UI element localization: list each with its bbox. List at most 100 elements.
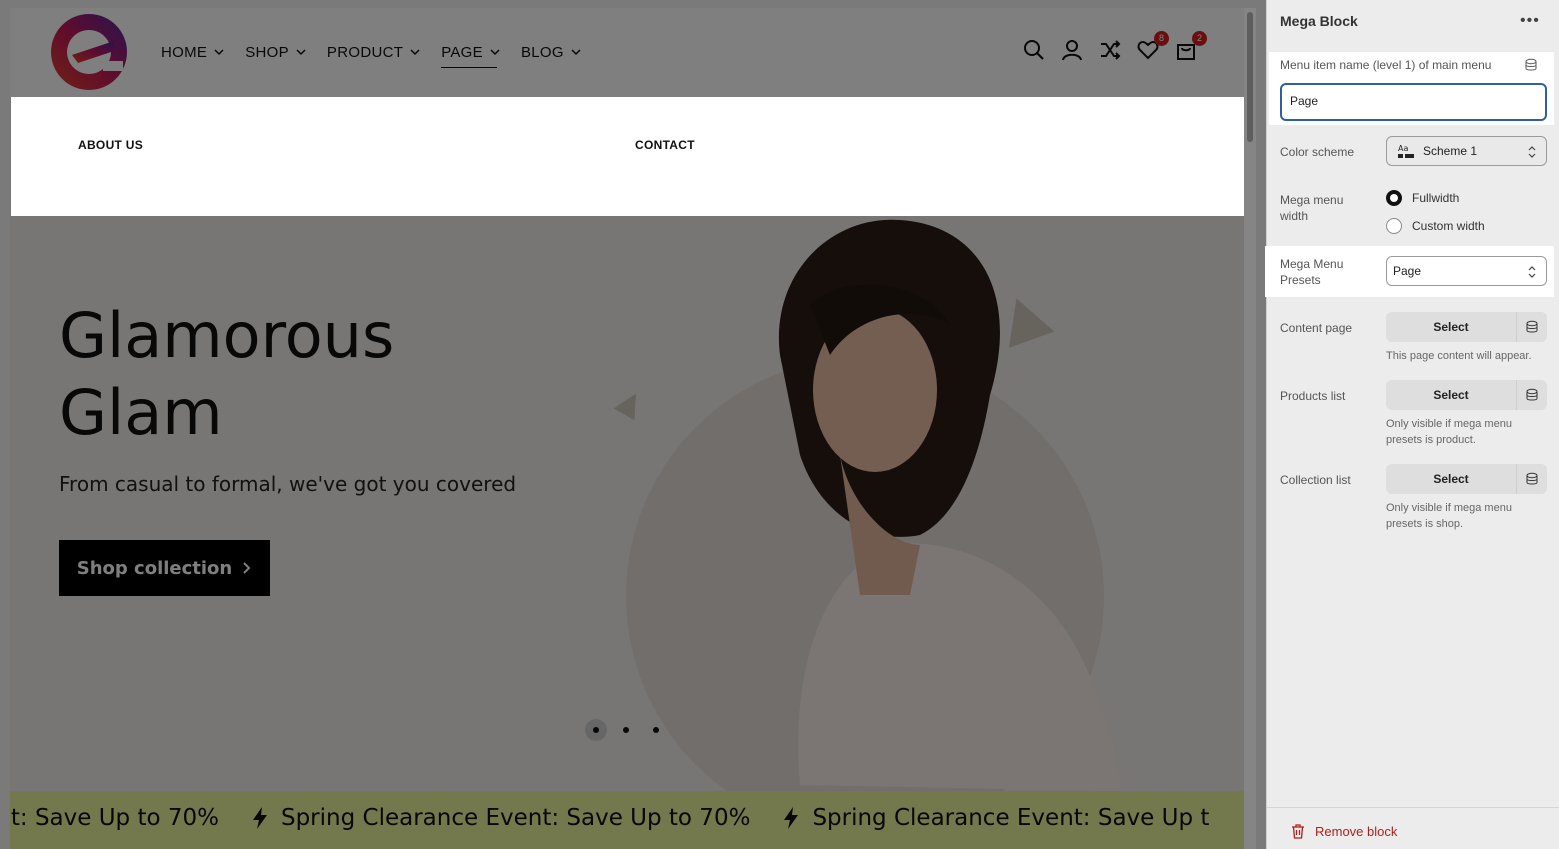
hero-title-line-1: Glamorous [59,299,395,372]
slider-dots [585,719,667,741]
scrollbar-thumb[interactable] [1247,12,1253,142]
products-list-picker: Select [1386,380,1547,410]
dynamic-source-icon [1526,388,1538,401]
chevron-right-icon [243,562,251,574]
hero-subtitle: From casual to formal, we've got you cov… [59,472,517,496]
nav-home-label: HOME [161,43,208,61]
products-list-select-button[interactable]: Select [1386,380,1516,410]
store-header: HOME SHOP PRODUCT PAGE BLOG 8 2 [10,8,1244,97]
mega-menu-width-label: Mega menu width [1280,193,1344,223]
products-list-label: Products list [1280,389,1346,403]
search-button[interactable] [1023,39,1045,61]
preview-frame-top [0,0,1266,8]
products-list-source-button[interactable] [1516,380,1547,410]
color-scheme-select[interactable]: Aa Scheme 1 [1386,136,1547,166]
mega-menu-presets-label: Mega Menu Presets [1280,257,1344,287]
main-nav: HOME SHOP PRODUCT PAGE BLOG [161,41,602,68]
header-actions: 8 2 [1023,31,1207,61]
collection-list-select-button[interactable]: Select [1386,464,1516,494]
marquee-text: Event: Save Up to 70% [10,805,219,831]
width-option-label: Custom width [1412,219,1485,233]
nav-page[interactable]: PAGE [441,41,501,68]
dynamic-source-icon[interactable] [1524,58,1538,72]
slider-dot-3[interactable] [645,719,667,741]
mega-link-contact[interactable]: CONTACT [635,138,695,152]
dynamic-source-icon [1526,472,1538,485]
nav-page-label: PAGE [441,43,483,61]
marquee-track: Event: Save Up to 70% Spring Clearance E… [10,805,1241,831]
menu-item-label: Menu item name (level 1) of main menu [1280,58,1492,72]
radio-selected-icon[interactable] [1386,190,1402,206]
shop-collection-button[interactable]: Shop collection [59,540,270,596]
chevron-up-down-icon [1528,146,1536,158]
preview-scrollbar[interactable] [1244,8,1256,849]
menu-item-name-input[interactable]: Page [1280,83,1547,121]
width-option-label: Fullwidth [1412,191,1460,205]
color-scheme-value: Scheme 1 [1423,144,1478,158]
collection-list-hint: Only visible if mega menu presets is sho… [1386,502,1512,530]
collection-list-picker: Select [1386,464,1547,494]
content-page-source-button[interactable] [1516,312,1547,342]
shop-collection-label: Shop collection [76,557,233,579]
marquee-item: Spring Clearance Event: Save Up t [782,805,1209,831]
nav-blog-label: BLOG [520,43,564,61]
cart-count-badge: 2 [1192,31,1207,46]
nav-blog[interactable]: BLOG [521,41,582,63]
chevron-down-icon [571,49,581,56]
content-page-select-button[interactable]: Select [1386,312,1516,342]
marquee-item: Spring Clearance Event: Save Up to 70% [251,805,750,831]
preview-frame-left [0,0,10,849]
mega-menu-presets-select[interactable]: Page [1386,256,1547,286]
remove-block-button[interactable]: Remove block [1291,824,1397,839]
store-preview: HOME SHOP PRODUCT PAGE BLOG 8 2 Glamorou… [10,8,1244,849]
dynamic-source-icon [1526,320,1538,333]
marquee-text: Spring Clearance Event: Save Up to 70% [280,805,751,831]
slider-dot-2[interactable] [615,719,637,741]
remove-block-label: Remove block [1315,824,1398,839]
hero-title: Glamorous Glam [59,297,559,451]
account-button[interactable] [1061,39,1083,61]
color-scheme-label: Color scheme [1280,145,1355,159]
marquee-text: Spring Clearance Event: Save Up t [812,805,1210,831]
editor-root: HOME SHOP PRODUCT PAGE BLOG 8 2 Glamorou… [0,0,1559,849]
panel-title: Mega Block [1280,13,1358,29]
announcement-marquee: Event: Save Up to 70% Spring Clearance E… [10,791,1244,849]
mega-menu-dropdown: ABOUT US CONTACT [11,97,1244,216]
shuffle-icon [1101,40,1121,60]
marquee-item: Event: Save Up to 70% [10,805,219,831]
collection-list-source-button[interactable] [1516,464,1547,494]
nav-product[interactable]: PRODUCT [327,41,421,63]
products-list-hint: Only visible if mega menu presets is pro… [1386,418,1512,446]
nav-home[interactable]: HOME [161,41,225,63]
compare-button[interactable] [1099,39,1121,61]
chevron-down-icon [214,49,224,56]
collection-list-label: Collection list [1280,473,1351,487]
color-scheme-icon: Aa [1398,144,1414,158]
nav-shop-label: SHOP [245,43,289,61]
hero-title-line-2: Glam [59,376,223,449]
user-icon [1062,40,1082,61]
content-page-picker: Select [1386,312,1547,342]
hero-decor-triangle [613,387,647,421]
preview-frame-gutter [1256,0,1266,849]
cart-button[interactable]: 2 [1175,31,1207,61]
search-icon [1024,40,1044,60]
store-logo[interactable] [48,11,130,93]
presets-value: Page [1393,264,1422,278]
width-option-custom[interactable]: Custom width [1386,218,1485,234]
chevron-down-icon [410,49,420,56]
wishlist-button[interactable]: 8 [1137,31,1169,61]
chevron-down-icon [296,49,306,56]
hero-model-image [778,219,1120,791]
lightning-icon [784,807,799,829]
panel-footer: Remove block [1267,807,1559,849]
trash-icon [1292,824,1304,839]
width-option-fullwidth[interactable]: Fullwidth [1386,190,1459,206]
mega-link-about-us[interactable]: ABOUT US [78,138,143,152]
radio-unselected-icon[interactable] [1386,218,1402,234]
more-options-icon[interactable]: ••• [1520,12,1540,30]
slider-dot-1[interactable] [585,719,607,741]
nav-shop[interactable]: SHOP [245,41,307,63]
wishlist-count-badge: 8 [1154,31,1169,46]
content-page-label: Content page [1280,321,1353,335]
